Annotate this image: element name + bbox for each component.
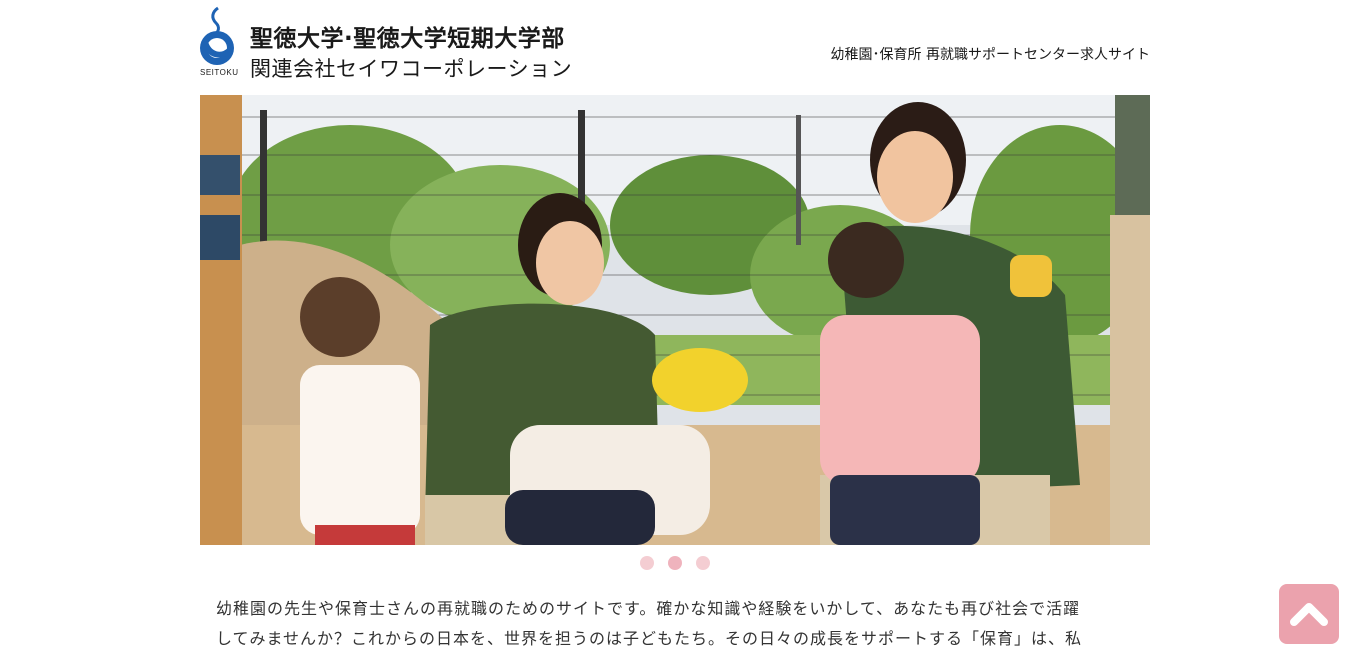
logo-wordmark: SEITOKU — [200, 68, 239, 77]
chevron-up-icon — [1290, 603, 1328, 626]
intro-line-1: 幼稚園の先生や保育士さんの再就職のためのサイトです。確かな知識や経験をいかして、… — [216, 599, 1081, 618]
site-title[interactable]: 聖徳大学·聖徳大学短期大学部 関連会社セイワコーポレーション — [250, 24, 572, 84]
slider-dot-2[interactable] — [668, 556, 682, 570]
slider-dots — [640, 556, 710, 570]
hero-slide-image — [200, 95, 1150, 545]
site-tagline: 幼稚園･保育所 再就職サポートセンター求人サイト — [830, 47, 1150, 63]
site-title-line1: 聖徳大学·聖徳大学短期大学部 — [250, 26, 565, 52]
site-title-line2: 関連会社セイワコーポレーション — [250, 57, 573, 81]
slider-dot-1[interactable] — [640, 556, 654, 570]
hero-slider[interactable] — [200, 95, 1150, 545]
site-header: SEITOKU 聖徳大学·聖徳大学短期大学部 関連会社セイワコーポレーション 幼… — [200, 6, 1150, 82]
back-to-top-button[interactable] — [1279, 584, 1339, 644]
intro-text: 幼稚園の先生や保育士さんの再就職のためのサイトです。確かな知識や経験をいかして、… — [216, 594, 1146, 654]
intro-line-2: してみませんか？これからの日本を、世界を担うのは子どもたち。その日々の成長をサポ… — [216, 629, 1083, 648]
slider-dot-3[interactable] — [696, 556, 710, 570]
